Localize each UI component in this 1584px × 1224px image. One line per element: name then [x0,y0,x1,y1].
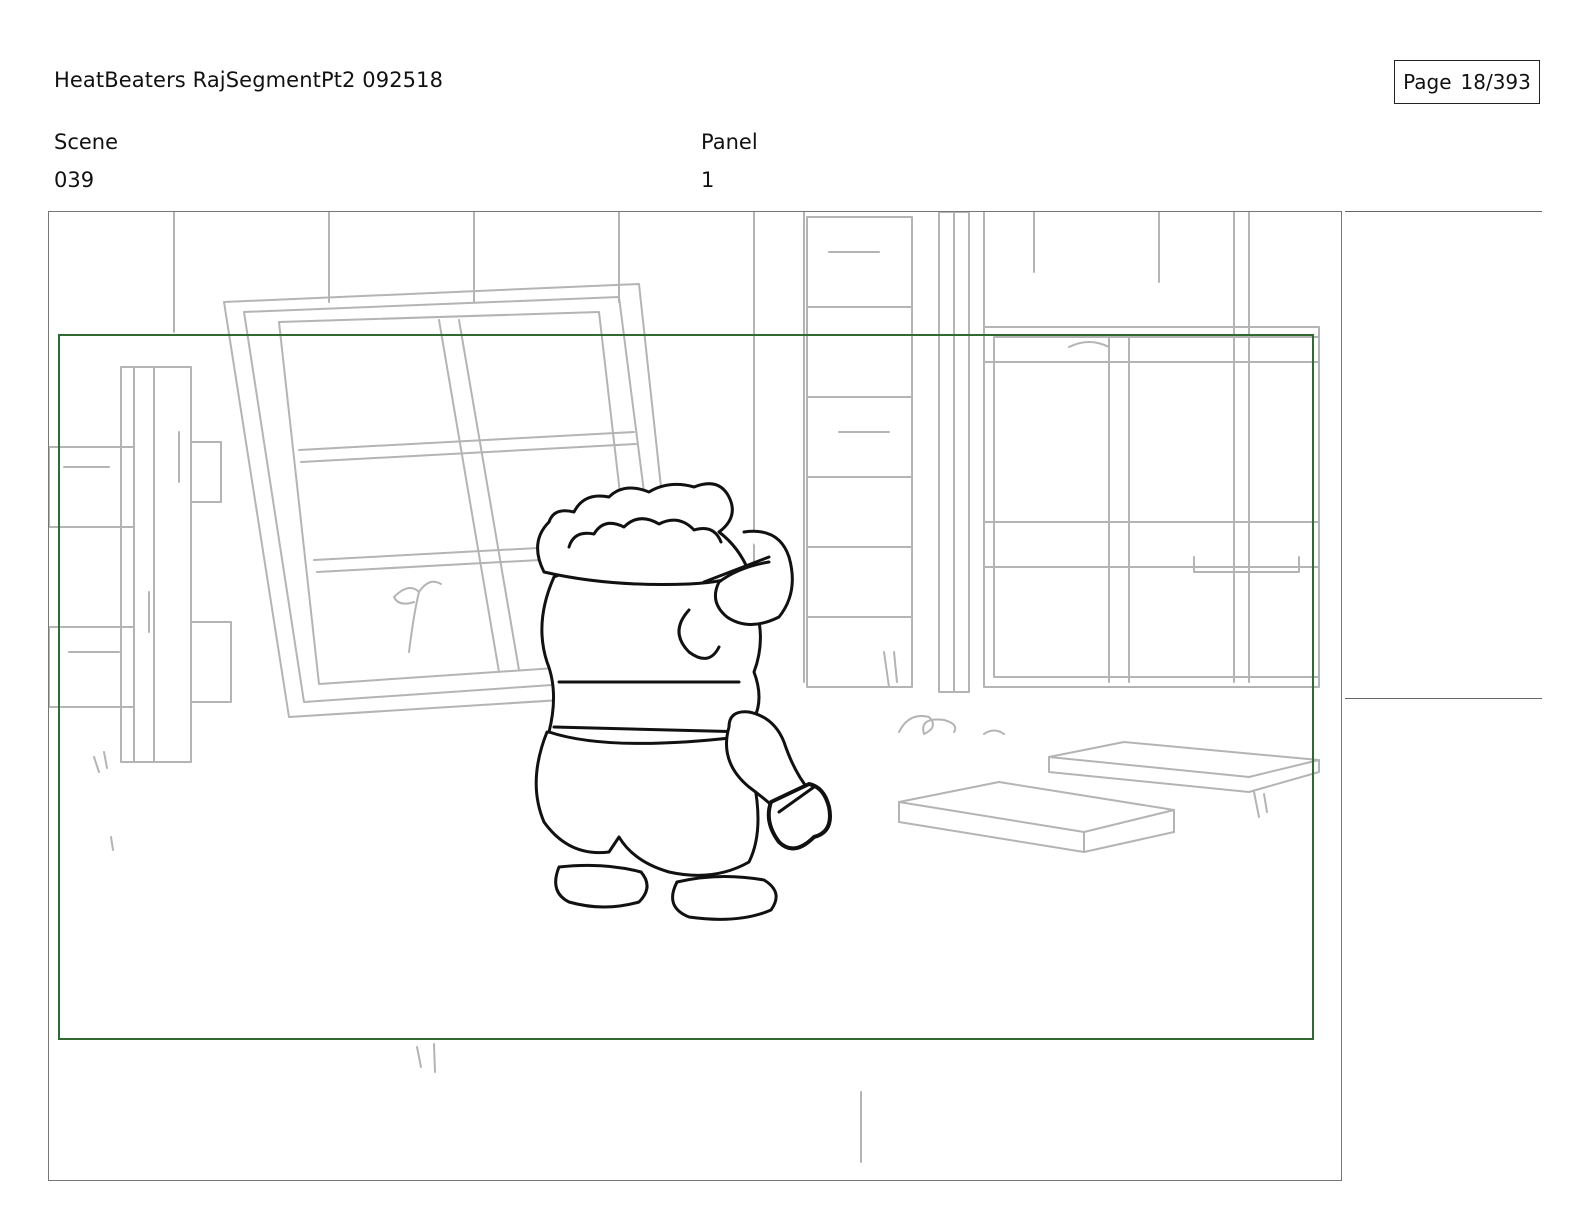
notes-divider-bottom [1345,698,1542,699]
panel-label: Panel [701,130,758,154]
page-label: Page [1403,70,1452,94]
storyboard-panel [48,211,1342,1181]
page-number: 18/393 [1460,70,1531,94]
scene-value: 039 [54,168,95,192]
page-indicator: Page 18/393 [1394,60,1540,104]
notes-divider-top [1345,211,1542,212]
panel-drawing [49,212,1320,1163]
panel-value: 1 [701,168,715,192]
document-title: HeatBeaters RajSegmentPt2 092518 [54,68,444,92]
scene-label: Scene [54,130,119,154]
character-sketch [534,482,832,921]
